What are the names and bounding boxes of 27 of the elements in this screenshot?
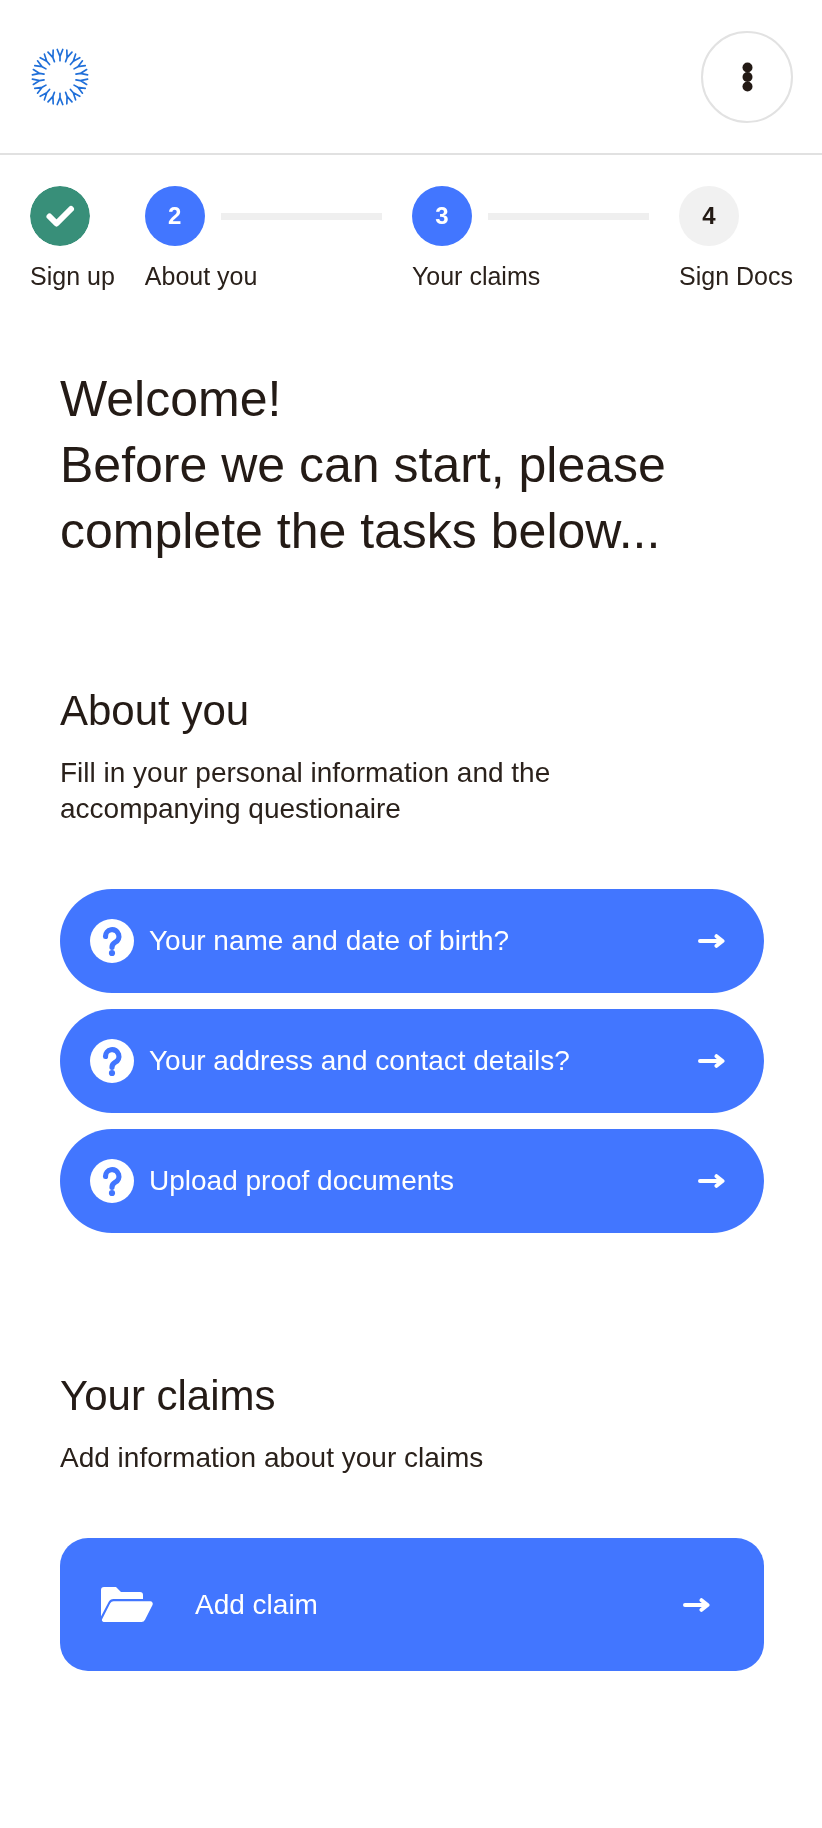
- section-description: Fill in your personal information and the accompanying questionaire: [60, 756, 552, 826]
- task-button[interactable]: Upload proof documents: [60, 1129, 764, 1233]
- step-label: Your claims: [411, 261, 542, 291]
- step-label: Sign up: [30, 261, 115, 291]
- folder-icon: [101, 1587, 153, 1622]
- arrow-right-icon: [698, 1174, 725, 1188]
- step-label: Sign Docs: [679, 261, 793, 291]
- arrow-right-icon: [698, 934, 725, 948]
- task-button[interactable]: Your address and contact details?: [60, 1009, 764, 1113]
- step-number: 2: [144, 186, 205, 246]
- step-number: 3: [411, 186, 472, 246]
- question-icon: [90, 1039, 134, 1083]
- question-icon: [90, 919, 134, 963]
- task-button[interactable]: Add claim: [60, 1538, 764, 1671]
- step-number: 4: [679, 186, 740, 246]
- section-heading: Your claims: [60, 1371, 277, 1421]
- welcome-heading: Welcome!: [60, 370, 283, 429]
- section-heading: About you: [60, 686, 251, 736]
- section-description: Add information about your claims: [60, 1441, 485, 1475]
- arrow-right-icon: [698, 1054, 725, 1068]
- task-button[interactable]: Your name and date of birth?: [60, 889, 764, 993]
- starburst-icon: [31, 47, 89, 106]
- intro-text: Before we can start, please complete the tasks below...: [60, 436, 667, 561]
- question-icon: [90, 1159, 134, 1203]
- kebab-menu-icon: [741, 61, 753, 92]
- step-label: About you: [144, 261, 259, 291]
- arrow-right-icon: [683, 1597, 710, 1612]
